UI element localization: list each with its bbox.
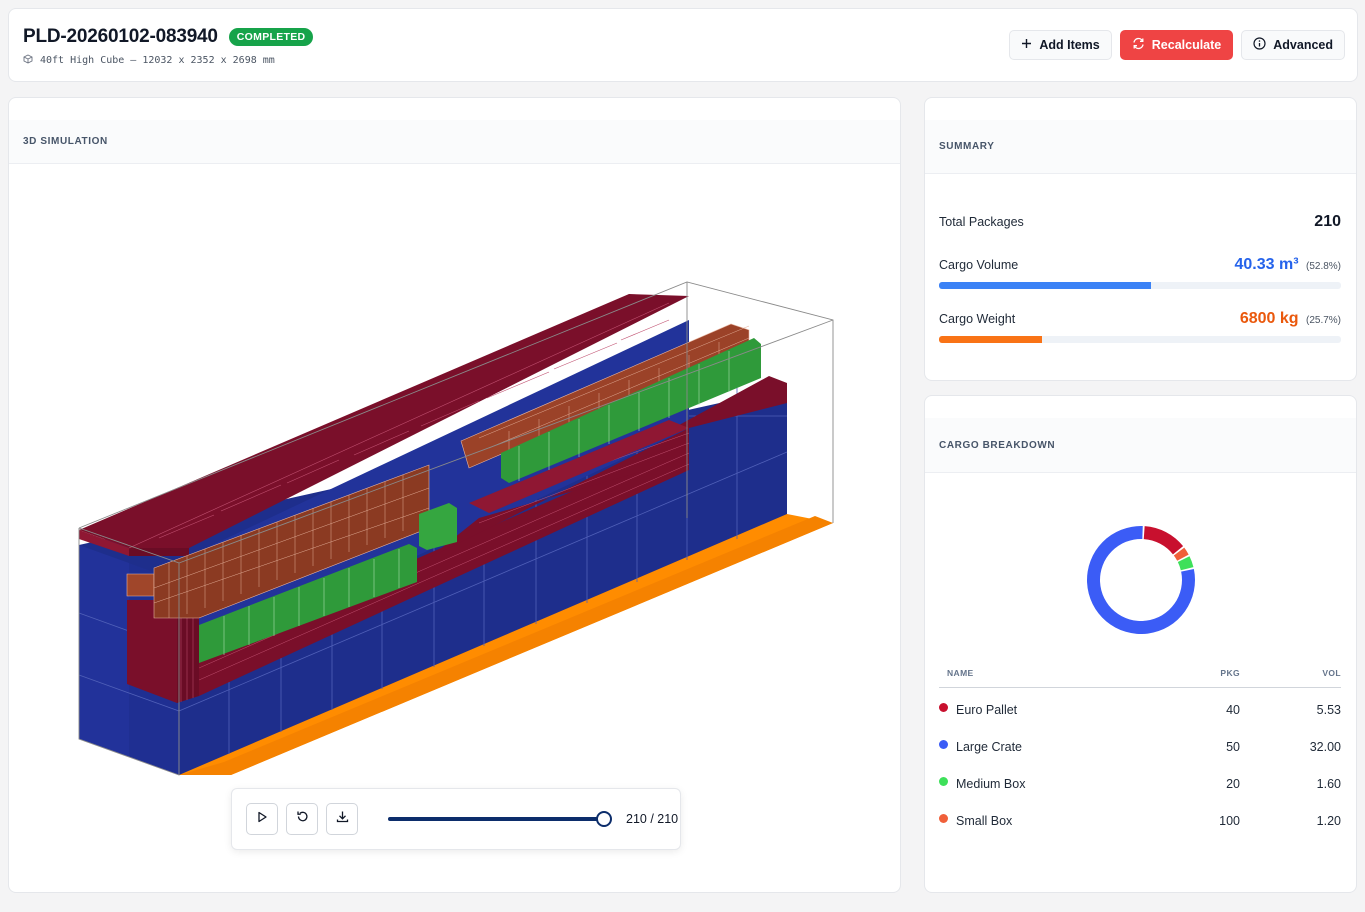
summary-title: SUMMARY: [925, 120, 1356, 174]
table-row[interactable]: Small Box 100 1.20: [939, 812, 1341, 832]
medium-box-color-dot: [939, 777, 948, 786]
item-name: Large Crate: [956, 740, 1023, 754]
recalculate-label: Recalculate: [1151, 38, 1222, 52]
refresh-icon: [1132, 37, 1145, 53]
plan-id-title: PLD-20260102-083940: [23, 26, 218, 47]
cargo-weight-value: 6800 kg: [1239, 310, 1299, 327]
cargo-volume-bar: [939, 282, 1341, 289]
cargo-volume-bar-fill: [939, 282, 1152, 289]
total-packages-row: Total Packages 210: [939, 213, 1341, 231]
cargo-volume-value: 40.33 m³: [1234, 256, 1299, 273]
info-icon: [1253, 37, 1266, 53]
step-slider[interactable]: [388, 811, 612, 827]
cargo-volume-percent: (52.8%): [1305, 261, 1341, 272]
step-slider-thumb[interactable]: [596, 811, 612, 827]
add-items-label: Add Items: [1039, 38, 1100, 52]
breakdown-table-header: NAME PKG VOL: [939, 666, 1341, 688]
col-header-vol: VOL: [1322, 668, 1341, 678]
cargo-volume-label: Cargo Volume: [939, 258, 1019, 272]
rotate-ccw-icon: [296, 810, 309, 828]
small-box-color-dot: [939, 814, 948, 823]
total-packages-value: 210: [1314, 213, 1341, 230]
cargo-weight-label: Cargo Weight: [939, 312, 1016, 326]
simulation-panel: 3D SIMULATION 210 / 210: [8, 97, 901, 893]
item-name: Medium Box: [956, 777, 1026, 791]
col-header-pkg: PKG: [1220, 668, 1240, 678]
item-vol: 32.00: [1309, 740, 1341, 754]
table-row[interactable]: Euro Pallet 40 5.53: [939, 701, 1341, 721]
reset-button[interactable]: [286, 803, 318, 835]
large-crate-color-dot: [939, 740, 948, 749]
play-icon: [256, 810, 268, 828]
col-header-name: NAME: [947, 668, 974, 678]
playback-controls: 210 / 210: [231, 788, 681, 850]
item-vol: 5.53: [1316, 703, 1341, 717]
table-row[interactable]: Medium Box 20 1.60: [939, 775, 1341, 795]
donut-slice-euro-pallet[interactable]: [1143, 526, 1184, 555]
cargo-donut-chart: [1086, 526, 1195, 635]
plus-icon: [1021, 38, 1032, 52]
item-pkg: 40: [1226, 703, 1240, 717]
item-name: Small Box: [956, 814, 1013, 828]
cargo-breakdown-panel: CARGO BREAKDOWN NAME PKG VOL Euro Pallet…: [924, 395, 1357, 893]
download-icon: [336, 810, 349, 828]
add-items-button[interactable]: Add Items: [1009, 30, 1112, 60]
cargo-weight-percent: (25.7%): [1305, 315, 1341, 326]
container-icon: [23, 54, 33, 67]
cargo-volume-row: Cargo Volume 40.33 m³ (52.8%): [939, 256, 1341, 274]
item-pkg: 50: [1226, 740, 1240, 754]
play-button[interactable]: [246, 803, 278, 835]
container-spec: 40ft High Cube – 12032 x 2352 x 2698 mm: [40, 55, 275, 66]
item-name: Euro Pallet: [956, 703, 1018, 717]
total-packages-label: Total Packages: [939, 215, 1024, 229]
item-vol: 1.20: [1316, 814, 1341, 828]
cargo-breakdown-title: CARGO BREAKDOWN: [925, 418, 1356, 473]
euro-pallet-color-dot: [939, 703, 948, 712]
advanced-button[interactable]: Advanced: [1241, 30, 1345, 60]
cargo-weight-row: Cargo Weight 6800 kg (25.7%): [939, 310, 1341, 328]
item-pkg: 100: [1219, 814, 1240, 828]
table-row[interactable]: Large Crate 50 32.00: [939, 738, 1341, 758]
summary-panel: SUMMARY Total Packages 210 Cargo Volume …: [924, 97, 1357, 381]
cargo-weight-bar: [939, 336, 1341, 343]
step-counter: 210 / 210: [626, 812, 679, 826]
recalculate-button[interactable]: Recalculate: [1119, 30, 1234, 60]
item-vol: 1.60: [1316, 777, 1341, 791]
container-3d-view[interactable]: [9, 98, 901, 893]
header-bar: PLD-20260102-083940 COMPLETED 40ft High …: [8, 8, 1358, 82]
status-badge: COMPLETED: [228, 28, 314, 46]
item-pkg: 20: [1226, 777, 1240, 791]
advanced-label: Advanced: [1273, 38, 1333, 52]
cargo-weight-bar-fill: [939, 336, 1043, 343]
download-button[interactable]: [326, 803, 358, 835]
step-slider-track: [388, 817, 606, 821]
